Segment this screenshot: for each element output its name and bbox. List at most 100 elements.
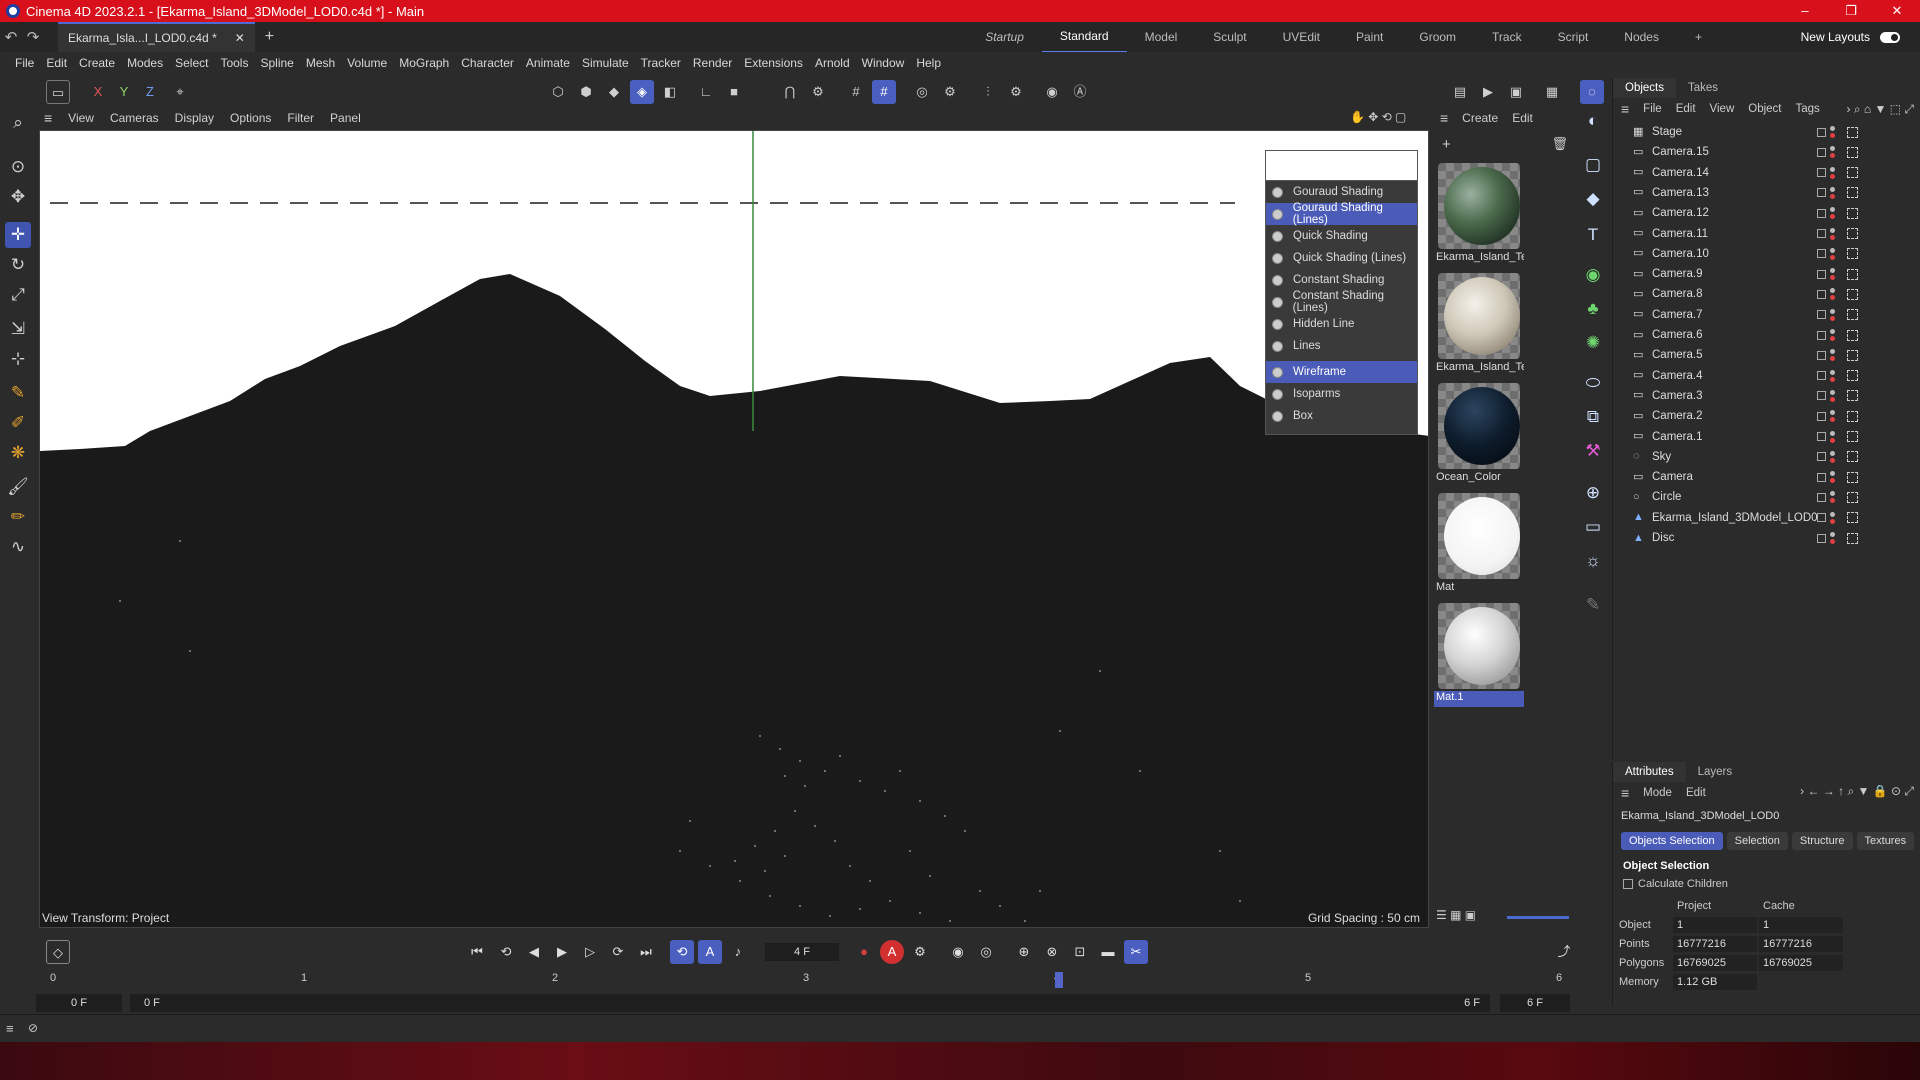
edit-flag-icon[interactable]: [1817, 310, 1826, 320]
close-button[interactable]: ✕: [1874, 0, 1920, 22]
trash-icon[interactable]: 🗑: [1551, 136, 1568, 152]
shading-option-box[interactable]: Box: [1266, 405, 1417, 427]
view-mode-icons[interactable]: ☰ ▦ ▣: [1436, 908, 1476, 922]
tag-icon[interactable]: [1847, 288, 1858, 300]
tag-icon[interactable]: [1847, 187, 1858, 199]
edit-flag-icon[interactable]: [1817, 249, 1826, 259]
shading-option-gouraud-shading-lines[interactable]: Gouraud Shading (Lines): [1266, 202, 1417, 226]
generator-icon[interactable]: ◉: [1580, 262, 1606, 288]
menu-tracker[interactable]: Tracker: [635, 56, 687, 70]
x-axis-toggle[interactable]: X: [86, 80, 110, 104]
key-rotation-icon[interactable]: ◎: [974, 940, 998, 964]
object-row[interactable]: ▲ Ekarma_Island_3DModel_LOD0: [1621, 508, 1911, 528]
calculate-children-checkbox[interactable]: Calculate Children: [1623, 878, 1728, 890]
loop-icon[interactable]: ⟲: [670, 940, 694, 964]
menu-modes[interactable]: Modes: [121, 56, 169, 70]
edit-flag-icon[interactable]: [1817, 533, 1826, 543]
layout-tab-script[interactable]: Script: [1540, 22, 1607, 52]
viewport-nav-icons[interactable]: ✋ ✥ ⟲ ▢: [1350, 110, 1406, 124]
range-slider[interactable]: 0 F 6 F: [130, 994, 1490, 1012]
shading-option-constant-shading-lines[interactable]: Constant Shading (Lines): [1266, 290, 1417, 314]
tag-icon[interactable]: [1847, 390, 1858, 402]
goto-end-icon[interactable]: ⏭: [634, 940, 658, 964]
attribute-menu-mode[interactable]: Mode: [1643, 787, 1672, 799]
tab-attributes[interactable]: Attributes: [1613, 762, 1686, 782]
visibility-dots-icon[interactable]: [1830, 126, 1835, 131]
visibility-dots-icon[interactable]: [1830, 389, 1835, 395]
menu-volume[interactable]: Volume: [341, 56, 393, 70]
object-tool-icons[interactable]: › ⌕ ⌂ ▼ ⬚ ⤢: [1847, 102, 1914, 117]
tag-icon[interactable]: [1847, 268, 1858, 280]
menu-tools[interactable]: Tools: [214, 56, 254, 70]
tag-icon[interactable]: [1847, 451, 1858, 463]
sound-icon[interactable]: ♪: [726, 940, 750, 964]
checkbox-box[interactable]: [1623, 879, 1633, 889]
edges-mode-icon[interactable]: ⬢: [574, 80, 598, 104]
solo-icon[interactable]: ■: [722, 80, 746, 104]
object-row[interactable]: ▭ Camera.15: [1621, 142, 1911, 162]
render-view-icon[interactable]: ▤: [1448, 80, 1472, 104]
edit-flag-icon[interactable]: [1817, 330, 1826, 340]
edit-flag-icon[interactable]: [1817, 513, 1826, 523]
object-row[interactable]: ▭ Camera: [1621, 467, 1911, 487]
clapboard-icon[interactable]: ▭: [46, 80, 70, 104]
tag-icon[interactable]: [1847, 167, 1858, 179]
material-swatch[interactable]: Ekarma_Island_Te: [1434, 273, 1524, 381]
object-row[interactable]: ▭ Camera.3: [1621, 386, 1911, 406]
menu-mesh[interactable]: Mesh: [300, 56, 341, 70]
visibility-dots-icon[interactable]: [1830, 288, 1835, 294]
arnold-icon[interactable]: Ⓐ: [1068, 80, 1092, 104]
material-swatch[interactable]: Mat: [1434, 493, 1524, 601]
menu-simulate[interactable]: Simulate: [576, 56, 635, 70]
object-row[interactable]: ▭ Camera.1: [1621, 427, 1911, 447]
record-icon[interactable]: ●: [852, 940, 876, 964]
environment-icon[interactable]: ⊕: [1580, 480, 1606, 506]
menu-render[interactable]: Render: [687, 56, 738, 70]
menu-character[interactable]: Character: [455, 56, 520, 70]
zoom-slider[interactable]: [1507, 916, 1569, 919]
visibility-dots-icon[interactable]: [1830, 430, 1835, 436]
object-menu-view[interactable]: View: [1710, 103, 1735, 115]
viewport-menu-view[interactable]: View: [60, 111, 102, 125]
tag-icon[interactable]: [1847, 431, 1858, 442]
object-menu-object[interactable]: Object: [1748, 103, 1781, 115]
edit-flag-icon[interactable]: [1817, 391, 1826, 401]
toggle-switch[interactable]: [1880, 31, 1900, 43]
autokey-a-icon[interactable]: A: [698, 940, 722, 964]
object-row[interactable]: ▭ Camera.2: [1621, 406, 1911, 426]
tag-icon[interactable]: [1847, 370, 1858, 382]
effector-icon[interactable]: ✺: [1580, 330, 1606, 356]
visibility-dots-icon[interactable]: [1830, 268, 1835, 274]
motion-system-icon[interactable]: ✂: [1124, 940, 1148, 964]
goto-start-icon[interactable]: ⏮: [465, 940, 489, 964]
spline-smooth-icon[interactable]: ❋: [5, 440, 31, 466]
tag-icon[interactable]: [1847, 471, 1858, 483]
extrude-tool-icon[interactable]: ⊹: [5, 346, 31, 372]
visibility-dots-icon[interactable]: [1830, 471, 1835, 477]
shading-option-constant-shading[interactable]: Constant Shading: [1266, 269, 1417, 291]
viewport-menu-display[interactable]: Display: [167, 111, 222, 125]
model-mode-icon[interactable]: ◈: [630, 80, 654, 104]
new-layouts-toggle[interactable]: New Layouts: [1801, 22, 1900, 52]
shading-option-hidden-line[interactable]: Hidden Line: [1266, 313, 1417, 335]
render-region-icon[interactable]: ◎: [910, 80, 934, 104]
playhead-marker[interactable]: [1055, 972, 1063, 988]
material-swatch[interactable]: Ocean_Color: [1434, 383, 1524, 491]
edit-flag-icon[interactable]: [1817, 168, 1826, 178]
minimize-button[interactable]: –: [1782, 0, 1828, 22]
tweak-tool-icon[interactable]: ✥: [5, 184, 31, 210]
cube-icon[interactable]: ◆: [1580, 186, 1606, 212]
spline-pen-icon[interactable]: ✎: [5, 380, 31, 406]
layout-tab-track[interactable]: Track: [1474, 22, 1540, 52]
shading-option-quick-shading[interactable]: Quick Shading: [1266, 225, 1417, 247]
menu-spline[interactable]: Spline: [254, 56, 299, 70]
magnet-icon[interactable]: ∿: [5, 534, 31, 560]
cloner-icon[interactable]: ♣: [1580, 296, 1606, 322]
keyframe-icon[interactable]: ◇: [46, 940, 70, 964]
layout-tab-standard[interactable]: Standard: [1041, 21, 1127, 53]
scheme-icon[interactable]: ⊗: [1040, 940, 1064, 964]
hamburger-icon[interactable]: ≡: [1621, 101, 1629, 117]
search-icon[interactable]: ⌕: [5, 110, 31, 136]
tag-icon[interactable]: [1847, 349, 1858, 361]
material-swatch[interactable]: Ekarma_Island_Te: [1434, 163, 1524, 271]
